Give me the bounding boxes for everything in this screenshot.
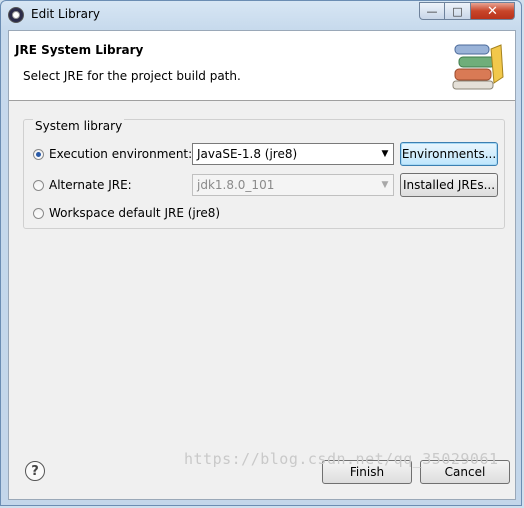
alt-jre-option[interactable]: Alternate JRE: (33, 174, 132, 196)
title-bar[interactable]: Edit Library — □ ✕ (1, 1, 521, 29)
chevron-down-icon: ▼ (381, 149, 389, 159)
close-button[interactable]: ✕ (471, 2, 515, 20)
workspace-default-radio[interactable] (33, 207, 44, 219)
window-controls: — □ ✕ (419, 2, 515, 20)
alt-jre-radio[interactable] (33, 179, 44, 191)
wizard-header: JRE System Library Select JRE for the pr… (9, 31, 515, 101)
watermark-text: https://blog.csdn.net/qq_35029061 (184, 450, 499, 468)
chevron-down-icon: ▼ (381, 180, 389, 190)
help-icon[interactable]: ? (25, 461, 45, 481)
installed-jres-button[interactable]: Installed JREs... (400, 173, 498, 197)
environments-button[interactable]: Environments... (400, 142, 498, 166)
minimize-button[interactable]: — (419, 2, 445, 20)
alt-jre-select[interactable]: jdk1.8.0_101 ▼ (192, 174, 394, 196)
exec-env-label: Execution environment: (49, 147, 193, 161)
workspace-default-option[interactable]: Workspace default JRE (jre8) (33, 202, 220, 224)
maximize-button[interactable]: □ (445, 2, 471, 20)
eclipse-icon (8, 7, 24, 23)
exec-env-value: JavaSE-1.8 (jre8) (197, 147, 298, 161)
library-books-icon (452, 44, 504, 90)
alt-jre-label: Alternate JRE: (49, 178, 132, 192)
group-label: System library (33, 119, 125, 133)
exec-env-option[interactable]: Execution environment: (33, 143, 192, 165)
dialog-body: JRE System Library Select JRE for the pr… (8, 30, 516, 500)
window-title: Edit Library (31, 7, 101, 21)
exec-env-select[interactable]: JavaSE-1.8 (jre8) ▼ (192, 143, 394, 165)
alt-jre-value: jdk1.8.0_101 (197, 178, 275, 192)
exec-env-radio[interactable] (33, 148, 44, 160)
workspace-default-label: Workspace default JRE (jre8) (49, 206, 221, 220)
header-message: Select JRE for the project build path. (23, 69, 241, 83)
dialog-window: Edit Library — □ ✕ JRE System Library Se… (0, 0, 522, 506)
header-title: JRE System Library (15, 43, 144, 57)
